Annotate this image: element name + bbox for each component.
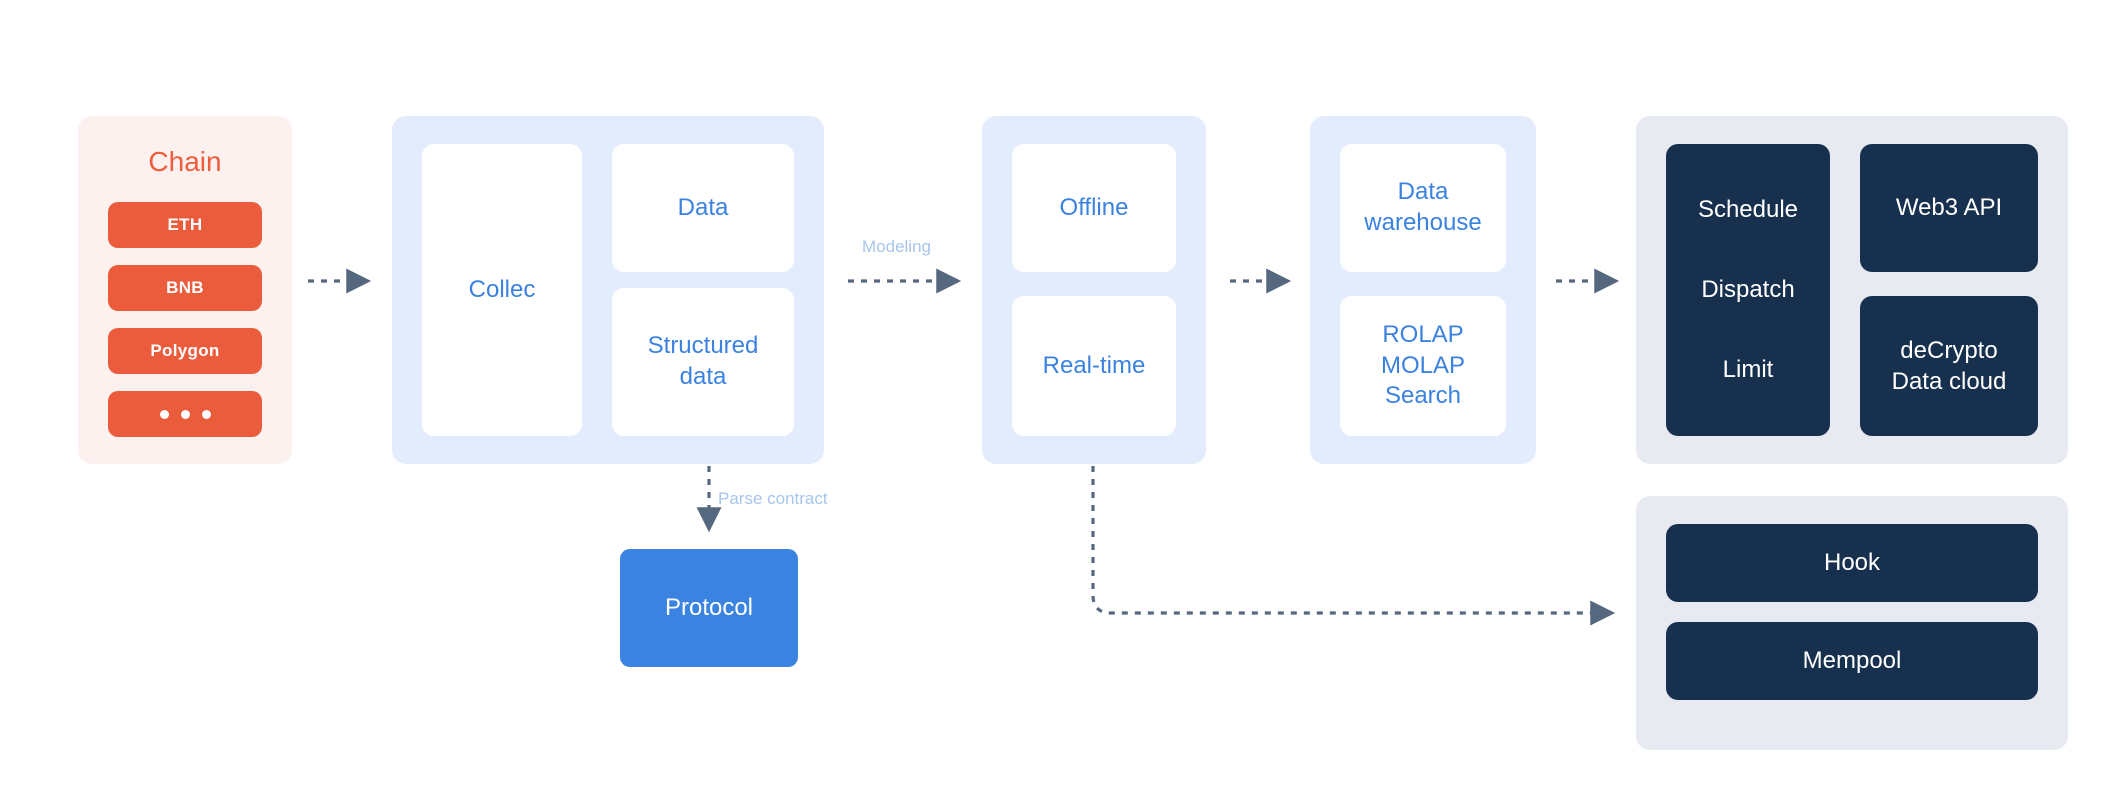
olap-label: ROLAP MOLAP Search bbox=[1381, 320, 1465, 412]
hook-label: Hook bbox=[1823, 549, 1881, 577]
data-cloud-label: deCrypto Data cloud bbox=[1892, 335, 2007, 397]
olap-line-molap: MOLAP bbox=[1380, 351, 1466, 379]
protocol-label: Protocol bbox=[664, 594, 754, 621]
more-horizontal-icon bbox=[159, 409, 211, 419]
data-warehouse-line-2: warehouse bbox=[1364, 209, 1482, 236]
chain-item-label: Polygon bbox=[150, 341, 220, 360]
data-warehouse-label: Data warehouse bbox=[1364, 177, 1481, 238]
realtime-label: Real-time bbox=[1042, 351, 1146, 379]
offline-label: Offline bbox=[1059, 193, 1129, 221]
web3-api-label: Web3 API bbox=[1895, 194, 2003, 222]
diagram-canvas: Chain ETH BNB Polygon Collec Data Struct… bbox=[0, 0, 2110, 807]
chain-item-eth[interactable]: ETH bbox=[108, 202, 262, 248]
chain-panel: Chain ETH BNB Polygon bbox=[78, 116, 292, 464]
offline-card[interactable]: Offline bbox=[1012, 144, 1176, 272]
data-cloud-card[interactable]: deCrypto Data cloud bbox=[1860, 296, 2038, 436]
structured-line-2: data bbox=[679, 363, 727, 390]
data-cloud-line-2: Data cloud bbox=[1891, 368, 2007, 395]
olap-line-rolap: ROLAP bbox=[1382, 320, 1464, 348]
chain-item-bnb[interactable]: BNB bbox=[108, 265, 262, 311]
olap-line-search: Search bbox=[1384, 382, 1462, 410]
chain-item-more[interactable] bbox=[108, 391, 262, 437]
streaming-panel: Hook Mempool bbox=[1636, 496, 2068, 750]
connector-label-modeling: Modeling bbox=[862, 237, 931, 256]
scheduler-line-schedule: Schedule bbox=[1697, 196, 1799, 224]
scheduler-line-dispatch: Dispatch bbox=[1701, 276, 1795, 304]
connector-label-parse-contract: Parse contract bbox=[718, 489, 828, 508]
warehouse-panel: Data warehouse ROLAP MOLAP Search bbox=[1310, 116, 1536, 464]
collect-structured-label: Structured data bbox=[648, 331, 759, 392]
collect-data-card[interactable]: Data bbox=[612, 144, 794, 272]
collect-panel: Collec Data Structured data bbox=[392, 116, 824, 464]
realtime-card[interactable]: Real-time bbox=[1012, 296, 1176, 436]
chain-item-label: ETH bbox=[167, 215, 203, 234]
olap-card[interactable]: ROLAP MOLAP Search bbox=[1340, 296, 1506, 436]
collect-main-label: Collec bbox=[468, 275, 536, 303]
scheduler-line-limit: Limit bbox=[1722, 356, 1774, 384]
data-warehouse-card[interactable]: Data warehouse bbox=[1340, 144, 1506, 272]
collect-main-card[interactable]: Collec bbox=[422, 144, 582, 436]
chain-panel-title: Chain bbox=[148, 146, 222, 177]
mempool-card[interactable]: Mempool bbox=[1666, 622, 2038, 700]
structured-line-1: Structured bbox=[647, 332, 759, 360]
chain-item-polygon[interactable]: Polygon bbox=[108, 328, 262, 374]
chain-item-label: BNB bbox=[166, 278, 204, 297]
hook-card[interactable]: Hook bbox=[1666, 524, 2038, 602]
collect-structured-data-card[interactable]: Structured data bbox=[612, 288, 794, 436]
processing-panel: Offline Real-time bbox=[982, 116, 1206, 464]
protocol-card[interactable]: Protocol bbox=[620, 549, 798, 667]
scheduler-card[interactable]: Schedule Dispatch Limit bbox=[1666, 144, 1830, 436]
data-warehouse-line-1: Data bbox=[1397, 178, 1449, 206]
data-cloud-line-1: deCrypto bbox=[1900, 336, 1998, 364]
mempool-label: Mempool bbox=[1802, 647, 1902, 675]
web3-api-card[interactable]: Web3 API bbox=[1860, 144, 2038, 272]
serving-panel: Schedule Dispatch Limit Web3 API deCrypt… bbox=[1636, 116, 2068, 464]
collect-data-label: Data bbox=[677, 193, 729, 221]
